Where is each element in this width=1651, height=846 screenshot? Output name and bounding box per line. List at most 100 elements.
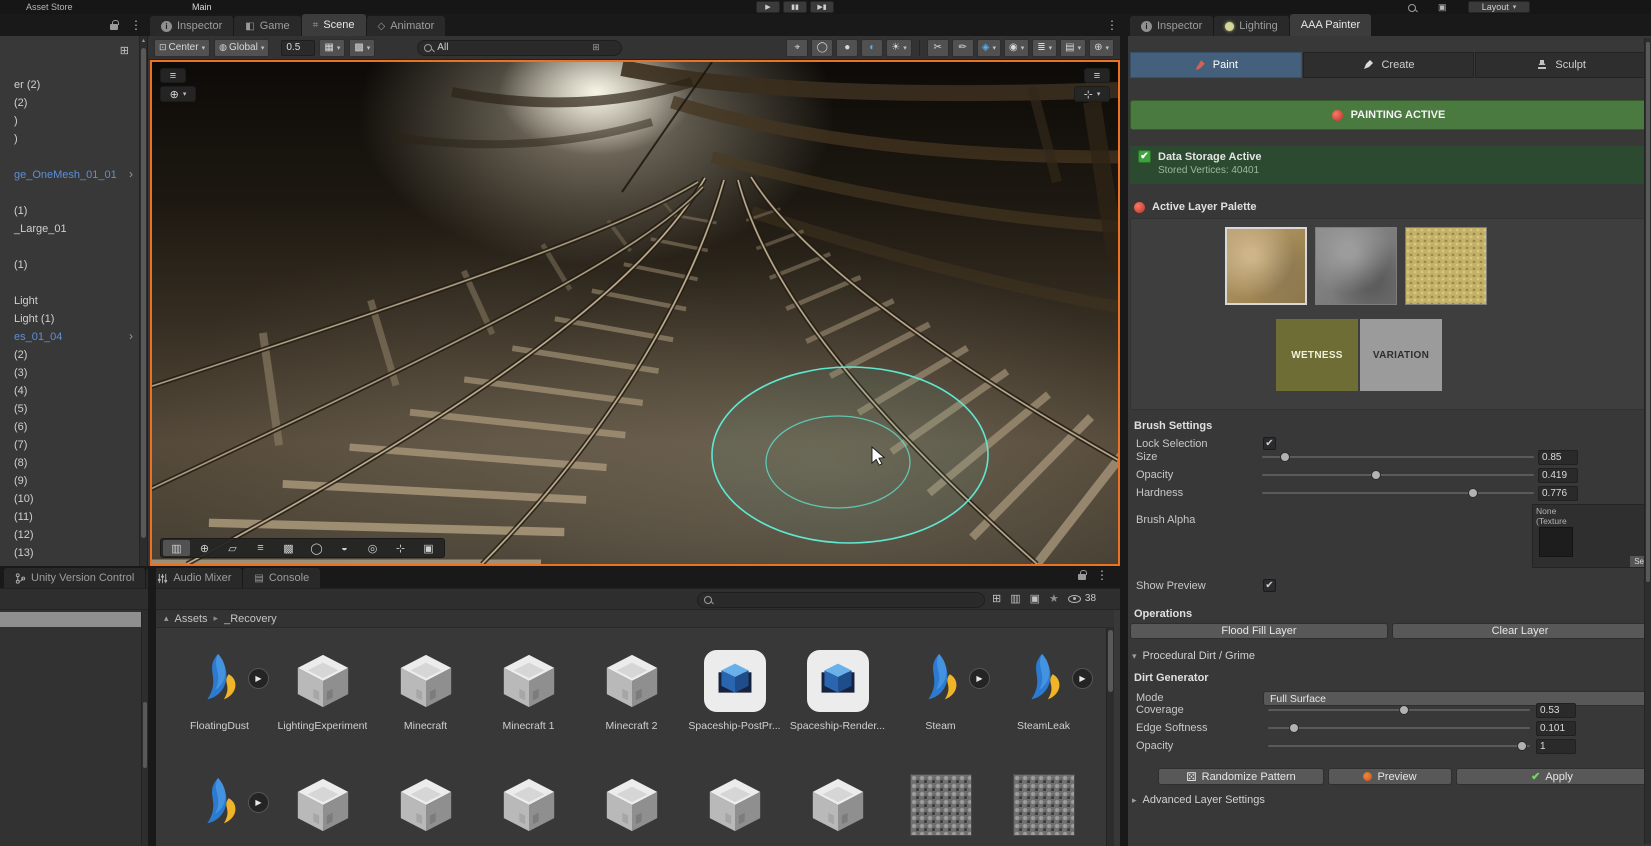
expand-subassets-button[interactable]: ▶ <box>1072 668 1093 689</box>
rect-tool[interactable]: ≡ <box>247 540 274 556</box>
hierarchy-item[interactable]: (5) › <box>0 400 139 418</box>
expand-subassets-button[interactable]: ▶ <box>969 668 990 689</box>
brush-alpha-picker[interactable]: None(Texture Se <box>1532 504 1649 568</box>
tab-version-control[interactable]: Unity Version Control <box>4 568 145 588</box>
tab-inspector[interactable]: iInspector <box>150 16 233 36</box>
center-kebab-icon[interactable]: ⋮ <box>1102 18 1122 32</box>
asset-item[interactable]: ▶ <box>786 766 889 846</box>
hierarchy-item[interactable]: (8) › <box>0 454 139 472</box>
probe-tool[interactable]: ◒ <box>331 540 358 556</box>
project-search-input[interactable] <box>717 595 947 606</box>
asset-item[interactable]: ▶ SteamLeak <box>992 642 1095 766</box>
panel-divider[interactable] <box>148 566 156 846</box>
project-scrollbar[interactable] <box>1106 628 1114 846</box>
painter-scrollbar[interactable] <box>1644 38 1651 844</box>
hierarchy-lock-icon[interactable] <box>110 24 118 30</box>
hierarchy-item[interactable]: › <box>0 274 139 292</box>
hierarchy-item[interactable]: es_01_04 › <box>0 328 139 346</box>
open-window-icon[interactable]: ⊞ <box>992 592 1001 605</box>
asset-item[interactable]: ▶ Minecraft 1 <box>477 642 580 766</box>
favorite-icon[interactable]: ★ <box>1049 592 1059 605</box>
note-tool[interactable]: ▣ <box>415 540 442 556</box>
asset-item[interactable]: ▶ <box>992 766 1095 846</box>
scale-tool[interactable]: ▱ <box>219 540 246 556</box>
skybox-toggle-icon[interactable]: ◯▾ <box>811 39 833 57</box>
pan-tool[interactable]: ⊹ <box>387 540 414 556</box>
hierarchy-item[interactable]: (2) › <box>0 94 139 112</box>
randomize-pattern-button[interactable]: ⚄Randomize Pattern <box>1158 768 1324 785</box>
scene-search-field[interactable]: ⊞ <box>417 40 622 56</box>
alert-icon[interactable]: ▣ <box>1030 592 1040 605</box>
slider-value-field[interactable]: 0.101 <box>1536 721 1576 736</box>
cloud-icon[interactable]: ▣ <box>1438 2 1447 13</box>
hierarchy-item[interactable]: (1) › <box>0 202 139 220</box>
annotation-icon[interactable]: ✏▾ <box>952 39 974 57</box>
procedural-dirt-foldout[interactable]: ▾ Procedural Dirt / Grime <box>1132 650 1255 662</box>
slider-knob[interactable] <box>1399 705 1409 715</box>
breadcrumb-root[interactable]: Assets <box>175 613 208 625</box>
hierarchy-item[interactable]: › <box>0 184 139 202</box>
hierarchy-item[interactable]: › <box>0 148 139 166</box>
hierarchy-item[interactable]: (6) › <box>0 418 139 436</box>
sand-layer-swatch[interactable] <box>1405 227 1487 305</box>
hierarchy-item[interactable]: (7) › <box>0 436 139 454</box>
folder-scrollbar[interactable] <box>141 610 148 846</box>
selected-folder-row[interactable] <box>0 612 148 627</box>
visibility-icon[interactable]: ◉▾ <box>1004 39 1029 57</box>
mode-button[interactable]: Sculpt <box>1475 52 1647 78</box>
step-button[interactable]: ▶▮ <box>810 1 834 13</box>
asset-item[interactable]: ▶ <box>683 766 786 846</box>
project-scroll-thumb[interactable] <box>1108 630 1113 692</box>
slider-value-field[interactable]: 0.419 <box>1538 468 1578 483</box>
asset-item[interactable]: ▶ <box>168 766 271 846</box>
hierarchy-scroll-thumb[interactable] <box>141 48 146 538</box>
prefab-arrow-icon[interactable]: › <box>129 329 133 343</box>
hierarchy-item[interactable]: er (2) › <box>0 76 139 94</box>
audio-toggle-icon[interactable]: ✂▾ <box>927 39 949 57</box>
data-storage-checkbox[interactable]: ✔ <box>1138 150 1151 163</box>
asset-item[interactable]: ▶ <box>271 766 374 846</box>
variation-channel-button[interactable]: VARIATION <box>1360 319 1442 391</box>
slider[interactable] <box>1262 450 1534 464</box>
expand-subassets-button[interactable]: ▶ <box>248 668 269 689</box>
clear-layer-button[interactable]: Clear Layer <box>1392 623 1648 639</box>
slider-value-field[interactable]: 1 <box>1536 739 1576 754</box>
slider[interactable] <box>1262 486 1534 500</box>
hierarchy-item[interactable]: (3) › <box>0 364 139 382</box>
asset-item[interactable]: ▶ <box>477 766 580 846</box>
gizmo-overlay-menu[interactable]: ≡ <box>1084 68 1110 83</box>
hierarchy-item[interactable]: ) › <box>0 130 139 148</box>
mode-button[interactable]: Create <box>1303 52 1475 78</box>
slider[interactable] <box>1268 703 1530 717</box>
layers-icon[interactable]: ≣▾ <box>1032 39 1057 57</box>
asset-item[interactable]: ▶ Spaceship-Render... <box>786 642 889 766</box>
scene-viewport[interactable]: ≡ ⊕▾ ≡ ⊹▾ ▥ ⊕ ▱ ≡ ▩ ◯ ◒ ◎ ⊹ <box>150 60 1120 566</box>
advanced-settings-foldout[interactable]: ▸ Advanced Layer Settings <box>1132 794 1265 806</box>
prefab-arrow-icon[interactable]: › <box>129 167 133 181</box>
slider-value-field[interactable]: 0.53 <box>1536 703 1576 718</box>
paint-overlay-icon[interactable]: ◈▾ <box>977 39 1001 57</box>
slider-knob[interactable] <box>1517 741 1527 751</box>
tab-inspector-right[interactable]: iInspector <box>1130 16 1213 36</box>
asset-item[interactable]: ▶ Minecraft 2 <box>580 642 683 766</box>
gizmos-icon[interactable]: ⊕▾ <box>1089 39 1114 57</box>
asset-item[interactable]: ▶ <box>374 766 477 846</box>
hierarchy-item[interactable]: (11) › <box>0 508 139 526</box>
camera-settings-icon[interactable]: ▤▾ <box>1060 39 1086 57</box>
hierarchy-item[interactable]: (2) › <box>0 346 139 364</box>
hierarchy-options-icon[interactable]: ⊞ <box>120 44 129 57</box>
tab-console[interactable]: ▤ Console <box>243 568 320 588</box>
project-kebab-icon[interactable]: ⋮ <box>1092 568 1112 582</box>
dirt-layer-swatch[interactable] <box>1225 227 1307 305</box>
layout-dropdown[interactable]: Layout▾ <box>1468 1 1530 13</box>
asset-item[interactable]: ▶ LightingExperiment <box>271 642 374 766</box>
asset-item[interactable]: ▶ <box>889 766 992 846</box>
painter-scroll-thumb[interactable] <box>1646 42 1650 582</box>
hierarchy-item[interactable]: (13) › <box>0 544 139 562</box>
hierarchy-item[interactable]: ) › <box>0 112 139 130</box>
wetness-channel-button[interactable]: WETNESS <box>1276 319 1358 391</box>
flood-fill-button[interactable]: Flood Fill Layer <box>1130 623 1388 639</box>
slider-knob[interactable] <box>1280 452 1290 462</box>
tab-scene[interactable]: ⌗Scene <box>302 14 366 36</box>
hierarchy-item[interactable]: Light (1) › <box>0 310 139 328</box>
